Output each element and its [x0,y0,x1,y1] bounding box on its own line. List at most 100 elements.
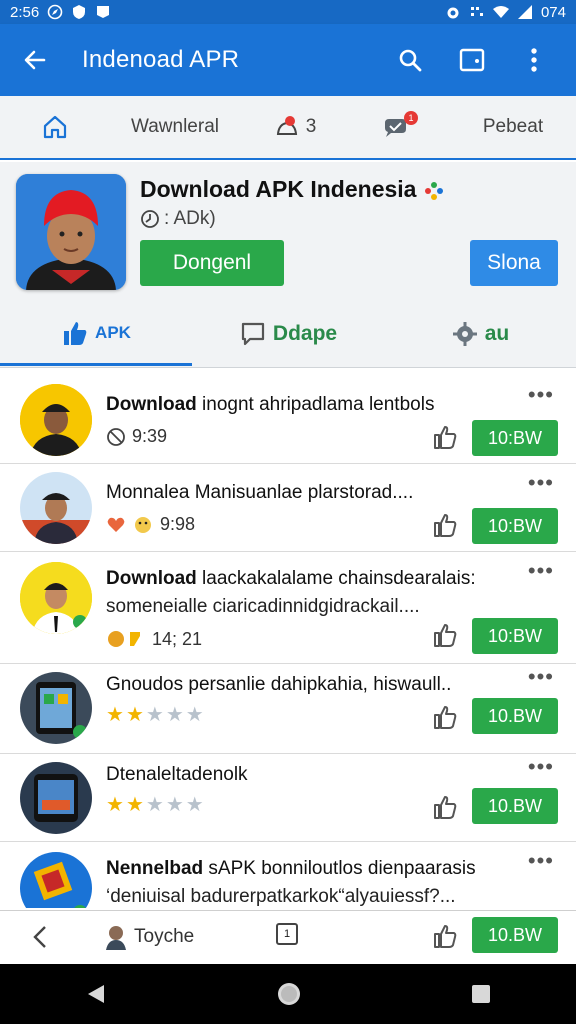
back-arrow-icon [24,50,46,70]
nav-recents-icon[interactable] [470,983,492,1005]
thumbs-up-icon[interactable] [432,704,458,730]
featured-sub-tabs: APK Ddape au [0,302,576,366]
gear-icon [452,322,477,346]
list-item-rating: ★ ★ ★ ★ ★ [106,702,204,727]
award-icon [108,631,140,647]
list-item-description: someneialle ciaricadinnidgidrackail.... [106,596,420,617]
list-item-title: Download laackakalalame chainsdearalais: [106,568,476,589]
list-item[interactable]: Dtenaleltadenolk ★ ★ ★ ★ ★ ••• 10.BW [0,754,576,842]
bottom-action-bar: Toyche 1 10.BW [0,910,576,962]
download-button[interactable]: 10.BW [472,788,558,824]
list-item[interactable]: Gnoudos persanlie dahipkahia, hiswaull..… [0,664,576,754]
tab-repeat[interactable]: Pebeat [450,95,576,159]
list-item[interactable]: Download laackakalalame chainsdearalais:… [0,552,576,664]
tabs-button[interactable]: 1 [276,923,298,945]
data-icon [470,7,483,16]
window-button[interactable] [448,36,496,84]
page-title: Indenoad APR [82,46,240,73]
thumbs-up-icon[interactable] [432,622,458,648]
compass-icon [47,4,63,20]
subtab-apk[interactable]: APK [0,302,192,366]
list-item[interactable]: Nennelbad sAPK bonniloutlos dienpaarasis… [0,842,576,908]
user-chip[interactable]: Toyche [104,924,194,950]
list-item-title: Dtenaleltadenolk [106,764,248,785]
back-button[interactable] [0,24,70,96]
list-item-title: Monnalea Manisuanlae plarstorad.... [106,482,414,503]
home-icon [43,115,67,139]
chat-badge: 1 [404,111,418,125]
tab-general-label: Wawnleral [131,116,219,137]
list-item-title: Nennelbad sAPK bonniloutlos dienpaarasis [106,858,476,879]
download-button[interactable]: 10.BW [472,698,558,734]
star-empty-icon: ★ [145,704,164,726]
tab-general[interactable]: Wawnleral [110,95,240,159]
nav-back-icon[interactable] [84,982,108,1006]
star-empty-icon: ★ [165,794,184,816]
more-options-icon[interactable]: ••• [528,850,554,872]
thumbs-up-icon[interactable] [432,923,458,949]
chevron-left-icon [33,925,46,948]
star-filled-icon: ★ [125,794,144,816]
nav-home-icon[interactable] [276,981,302,1007]
more-options-icon[interactable]: ••• [528,472,554,494]
subtab-au[interactable]: au [384,302,576,366]
list-item[interactable]: Monnalea Manisuanlae plarstorad.... 9:98… [0,464,576,552]
download-button[interactable]: 10:BW [472,508,558,544]
featured-app-title: Download APK Indenesia [140,176,445,203]
download-button[interactable]: 10.BW [472,917,558,953]
thumbs-up-icon[interactable] [432,512,458,538]
app-avatar [20,472,92,544]
system-nav-bar [0,964,576,1024]
emoji-icon [135,516,151,533]
app-avatar [20,672,92,744]
app-list: Download inognt ahripadlama lentbols 9:3… [0,376,576,908]
window-icon [459,48,485,72]
app-bar: Indenoad APR [0,24,576,96]
star-empty-icon: ★ [185,794,204,816]
list-item-description: ‘deniuisal badurerpatkarkok“alyauiessf?.… [106,886,456,907]
search-icon [399,49,422,72]
more-options-icon[interactable]: ••• [528,756,554,778]
list-item-rating: ★ ★ ★ ★ ★ [106,792,204,817]
star-filled-icon: ★ [125,704,144,726]
star-empty-icon: ★ [145,794,164,816]
battery-level: 074 [540,3,566,21]
star-empty-icon: ★ [165,704,184,726]
more-vert-icon [531,48,537,72]
thumbs-up-icon[interactable] [432,794,458,820]
signal-icon [517,5,532,19]
status-bar: 2:56 074 [0,0,576,24]
featured-app-subtitle: : ADk) [140,208,216,230]
tab-notifications[interactable]: 3 [240,95,350,159]
featured-app-image[interactable] [16,174,126,290]
sparkle-icon [424,181,443,200]
tab-repeat-label: Pebeat [482,116,544,137]
tab-home[interactable] [0,95,110,159]
app-avatar [20,562,92,634]
comment-icon [241,322,265,346]
list-item-title: Download inognt ahripadlama lentbols [106,394,435,415]
heart-icon [107,517,125,532]
list-item-meta: 9:39 [106,426,167,447]
tab-notifications-count: 3 [305,116,317,137]
more-options-icon[interactable]: ••• [528,666,554,688]
back-button[interactable] [0,925,80,949]
list-item-meta: 14; 21 [106,628,202,650]
tab-chat[interactable]: 1 [350,95,450,159]
download-button[interactable]: Dongenl [140,240,284,286]
subtab-update[interactable]: Ddape [192,302,384,366]
more-options-icon[interactable]: ••• [528,560,554,582]
search-button[interactable] [386,36,434,84]
download-button[interactable]: 10:BW [472,618,558,654]
bell-icon [276,116,297,135]
notification-icon [97,6,110,18]
list-item[interactable]: Download inognt ahripadlama lentbols 9:3… [0,376,576,464]
featured-app-card: Download APK Indenesia : ADk) Dongenl Sl… [0,162,576,368]
more-options-button[interactable] [510,36,558,84]
more-options-icon[interactable]: ••• [528,384,554,406]
download-button[interactable]: 10:BW [472,420,558,456]
thumbs-up-icon [64,321,87,345]
clock-icon [141,210,159,228]
secondary-button[interactable]: Slona [470,240,558,286]
thumbs-up-icon[interactable] [432,424,458,450]
